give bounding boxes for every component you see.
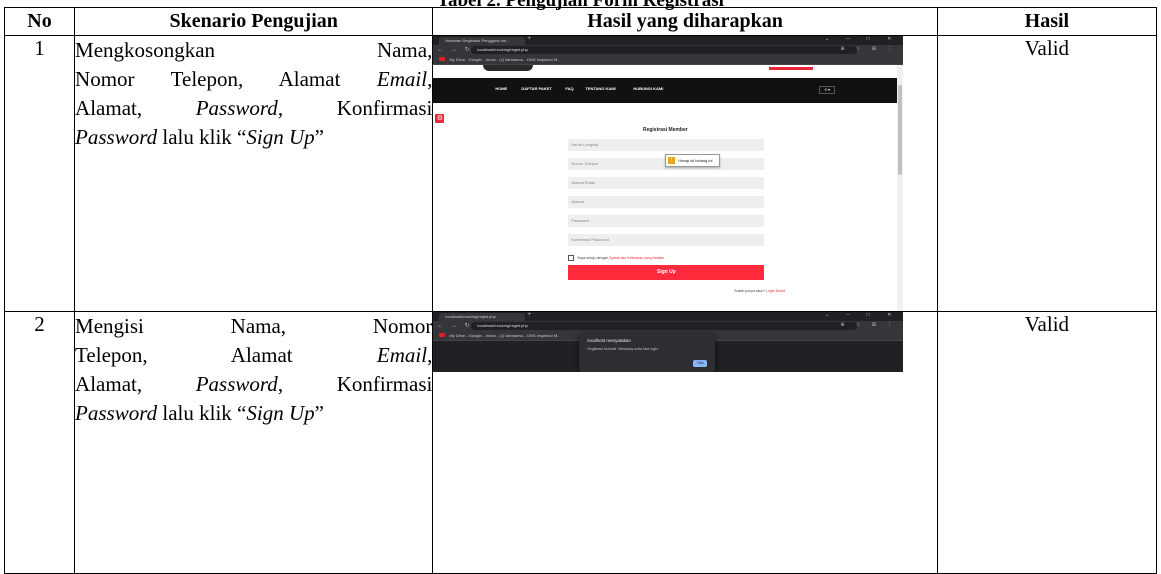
cart-button: 0 ▾ bbox=[819, 86, 836, 94]
site-nav: HOME DAFTAR PAKET FAQ TENTANG KAMI HUBUN… bbox=[433, 78, 898, 103]
bookmarks-text: My Drive - Google... Inbox - (1) ilahras… bbox=[449, 57, 561, 62]
row-result: Valid bbox=[936, 35, 1158, 312]
header-result: Hasil bbox=[936, 7, 1158, 36]
scenario-line: Password lalu klik “Sign Up” bbox=[75, 399, 432, 428]
address-bar: ← → ↻ localhost/mocking/regist.php ⊕ ☆ ⊞… bbox=[433, 45, 904, 55]
header-expected: Hasil yang diharapkan bbox=[432, 7, 938, 36]
url-field: localhost/mocking/regist.php bbox=[471, 46, 858, 54]
bookmarks-text: My Drive - Google... Inbox - (1) ilahras… bbox=[449, 333, 561, 338]
browser-tab-bar: Halaman Registrasi Pengguna Ins... + ⌄ –… bbox=[433, 36, 904, 45]
row-no: 2 bbox=[3, 311, 76, 574]
browser-tab: localhost/mocking/regist.php bbox=[439, 313, 526, 321]
scenario-line: Mengisi Nama, Nomor bbox=[75, 312, 432, 341]
scenario-line: Password lalu klik “Sign Up” bbox=[75, 123, 432, 152]
login-link: Login Disini! bbox=[766, 289, 786, 293]
nav-item-hubungi: HUBUNGI KAMI bbox=[633, 86, 664, 91]
checkbox-icon bbox=[568, 255, 575, 261]
toolbar-icons: ⊕ ☆ ⊞ ⋮ bbox=[840, 46, 898, 52]
scenario-text: Mengisi Nama, Nomor bbox=[75, 314, 433, 338]
scrollbar bbox=[897, 65, 904, 311]
window-controls-icon: ⌄ – □ ✕ bbox=[824, 36, 900, 42]
nav-item-paket: DAFTAR PAKET bbox=[521, 86, 552, 91]
scenario-line: Telepon, Alamat Email, bbox=[75, 341, 432, 370]
header-accent bbox=[769, 67, 814, 70]
scenario-line: Alamat, Password, Konfirmasi bbox=[75, 370, 432, 399]
login-note: Sudah punya akun? Login Disini! bbox=[433, 289, 785, 293]
table-row: 2 Mengisi Nama, Nomor Telepon, Alamat Em… bbox=[3, 311, 1158, 574]
password-field: Password bbox=[568, 215, 765, 227]
expected-screenshot-cell: Halaman Registrasi Pengguna Ins... + ⌄ –… bbox=[432, 35, 938, 312]
confirm-password-field: Konfirmasi Password bbox=[568, 234, 765, 246]
web-page: HOME DAFTAR PAKET FAQ TENTANG KAMI HUBUN… bbox=[433, 65, 898, 311]
scenario-text: Nomor Telepon, Alamat Email, bbox=[75, 67, 433, 91]
address-field: Alamat bbox=[568, 196, 765, 208]
header-scenario: Skenario Pengujian bbox=[74, 7, 434, 36]
settings-gear-icon: ⚙ bbox=[435, 114, 445, 123]
nav-item-faq: FAQ bbox=[565, 86, 574, 91]
warning-icon: ! bbox=[668, 157, 676, 165]
window-controls-icon: ⌄ – □ ✕ bbox=[824, 312, 900, 318]
alert-dialog: localhost menyatakan Registrasi berhasil… bbox=[579, 333, 716, 372]
scenario-line: Alamat, Password, Konfirmasi bbox=[75, 94, 432, 123]
agree-checkbox-row: Saya setuju dengan Syarat dan Ketentuan … bbox=[568, 255, 664, 261]
row-scenario: Mengkosongkan Nama, Nomor Telepon, Alama… bbox=[74, 35, 434, 312]
nav-item-home: HOME bbox=[495, 86, 508, 91]
scenario-line: Nomor Telepon, Alamat Email, bbox=[75, 65, 432, 94]
name-field: Nama Lengkap bbox=[568, 139, 765, 151]
row-scenario: Mengisi Nama, Nomor Telepon, Alamat Emai… bbox=[74, 311, 434, 574]
test-table: No Skenario Pengujian Hasil yang diharap… bbox=[3, 7, 1158, 574]
dialog-title: localhost menyatakan bbox=[587, 338, 631, 343]
row-result: Valid bbox=[936, 311, 1158, 574]
browser-screenshot-register-success: localhost/mocking/regist.php + ⌄ – □ ✕ ←… bbox=[433, 312, 904, 372]
scenario-text: Mengkosongkan Nama, bbox=[75, 38, 433, 62]
new-tab-icon: + bbox=[527, 36, 531, 42]
form-title: Registrasi Member bbox=[642, 127, 688, 133]
nav-item-tentang: TENTANG KAMI bbox=[585, 86, 616, 91]
sign-up-button: Sign Up bbox=[568, 265, 765, 280]
scenario-text: Telepon, Alamat Email, bbox=[75, 343, 433, 367]
header-no: No bbox=[3, 7, 76, 36]
youtube-icon bbox=[439, 333, 446, 337]
browser-screenshot-register-empty: Halaman Registrasi Pengguna Ins... + ⌄ –… bbox=[433, 36, 904, 311]
tooltip-text: Harap isi bidang ini. bbox=[678, 158, 714, 163]
row-no: 1 bbox=[3, 35, 76, 312]
email-field: Alamat Email bbox=[568, 177, 765, 189]
login-note-text: Sudah punya akun? bbox=[734, 289, 767, 293]
scenario-text: Password lalu klik “Sign Up” bbox=[75, 125, 324, 149]
site-logo bbox=[483, 65, 534, 71]
terms-link: Syarat dan Ketentuan yang berlaku bbox=[609, 255, 665, 260]
youtube-icon bbox=[439, 57, 446, 61]
scenario-line: Mengkosongkan Nama, bbox=[75, 36, 432, 65]
table-row: 1 Mengkosongkan Nama, Nomor Telepon, Ala… bbox=[3, 35, 1158, 312]
dialog-message: Registrasi berhasil. Sekarang anda bisa … bbox=[587, 347, 659, 351]
agree-text: Saya setuju dengan bbox=[577, 255, 610, 260]
toolbar-icons: ⊕ ☆ ⊞ ⋮ bbox=[840, 322, 898, 328]
new-tab-icon: + bbox=[527, 312, 531, 318]
bookmarks-bar: My Drive - Google... Inbox - (1) ilahras… bbox=[433, 55, 904, 65]
table-header-row: No Skenario Pengujian Hasil yang diharap… bbox=[3, 7, 1158, 36]
url-field: localhost/mocking/regist.php bbox=[471, 322, 858, 330]
address-bar: ← → ↻ localhost/mocking/regist.php ⊕ ☆ ⊞… bbox=[433, 321, 904, 331]
browser-tab: Halaman Registrasi Pengguna Ins... bbox=[439, 37, 526, 45]
scenario-text: Alamat, Password, Konfirmasi bbox=[75, 96, 433, 120]
expected-screenshot-cell: localhost/mocking/regist.php + ⌄ – □ ✕ ←… bbox=[432, 311, 938, 574]
browser-tab-bar: localhost/mocking/regist.php + ⌄ – □ ✕ bbox=[433, 312, 904, 321]
validation-tooltip: ! Harap isi bidang ini. bbox=[665, 154, 721, 167]
dialog-ok-button: Oke bbox=[693, 360, 708, 367]
nav-buttons-icon: ← → ↻ bbox=[437, 47, 473, 53]
nav-buttons-icon: ← → ↻ bbox=[437, 323, 473, 329]
scenario-text: Alamat, Password, Konfirmasi bbox=[75, 372, 433, 396]
scrollbar-thumb bbox=[898, 85, 903, 175]
scenario-text: Password lalu klik “Sign Up” bbox=[75, 401, 324, 425]
